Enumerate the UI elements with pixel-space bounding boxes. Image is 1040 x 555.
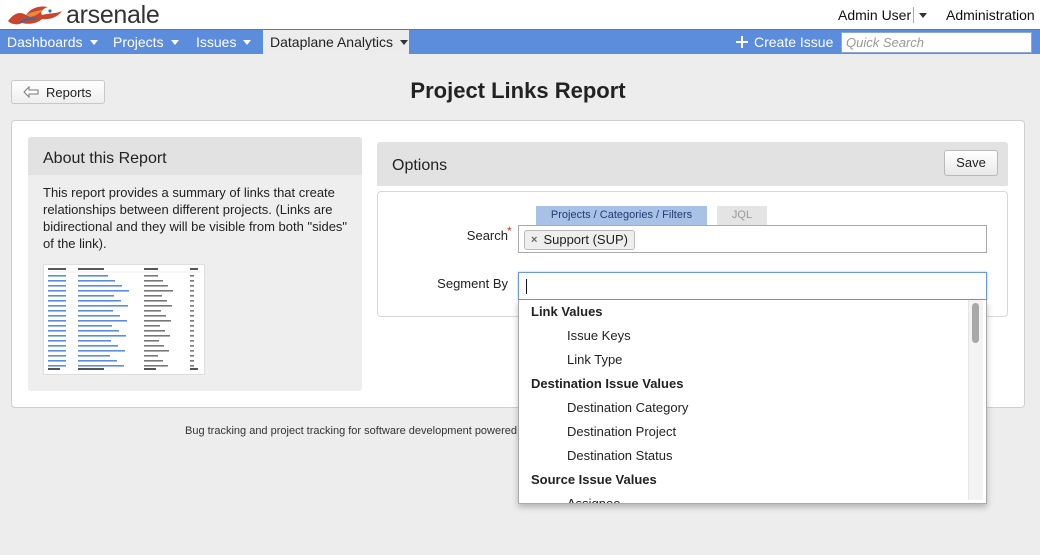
- dropdown-scrollbar[interactable]: [968, 300, 983, 500]
- logo-text: arsenale: [66, 1, 160, 29]
- dropdown-group-header: Link Values: [531, 304, 603, 319]
- top-header: arsenale Admin User Administration: [0, 0, 1040, 29]
- chevron-down-icon: [919, 13, 927, 18]
- chevron-down-icon: [170, 40, 179, 45]
- search-chip-label: Support (SUP): [543, 232, 628, 247]
- about-panel: About this Report This report provides a…: [28, 137, 362, 391]
- tab-projects-categories-filters[interactable]: Projects / Categories / Filters: [536, 206, 707, 225]
- user-menu-caret[interactable]: [913, 7, 929, 23]
- user-menu[interactable]: Admin User: [838, 7, 911, 23]
- nav-item-dataplane-analytics[interactable]: Dataplane Analytics: [263, 30, 409, 55]
- nav-label: Dashboards: [7, 34, 83, 50]
- footer-text: Bug tracking and project tracking for so…: [185, 425, 518, 437]
- plus-icon: [736, 36, 748, 48]
- nav-bar: Dashboards Projects Issues Dataplane Ana…: [0, 29, 1040, 55]
- dropdown-option[interactable]: Destination Category: [567, 400, 688, 415]
- search-label: Search: [466, 228, 508, 243]
- chevron-down-icon: [399, 40, 408, 45]
- create-issue-label: Create Issue: [754, 34, 834, 50]
- required-indicator: *: [507, 224, 512, 238]
- logo-dragon-icon: [8, 6, 62, 25]
- report-preview-thumbnail[interactable]: [43, 264, 205, 375]
- about-title: About this Report: [28, 137, 362, 175]
- options-title: Options: [392, 157, 448, 174]
- close-icon[interactable]: ×: [531, 231, 537, 249]
- dropdown-group-header: Source Issue Values: [531, 472, 657, 487]
- options-header: Options Save: [377, 142, 1008, 186]
- scrollbar-thumb[interactable]: [972, 303, 979, 343]
- dropdown-option[interactable]: Destination Status: [567, 448, 673, 463]
- search-field[interactable]: × Support (SUP): [518, 225, 987, 253]
- segment-by-label: Segment By: [437, 276, 508, 291]
- text-cursor: [526, 279, 527, 294]
- nav-label: Projects: [113, 34, 164, 50]
- nav-item-dashboards[interactable]: Dashboards: [0, 30, 98, 55]
- quick-search-input[interactable]: [841, 32, 1032, 53]
- segment-by-input[interactable]: [518, 272, 987, 300]
- segment-by-dropdown: Link Values Issue Keys Link Type Destina…: [518, 300, 987, 504]
- page-title: Project Links Report: [410, 78, 626, 103]
- dropdown-option[interactable]: Link Type: [567, 352, 622, 367]
- nav-label: Dataplane Analytics: [270, 34, 393, 50]
- nav-item-issues[interactable]: Issues: [189, 30, 252, 55]
- dropdown-option[interactable]: Assignee: [567, 496, 620, 503]
- create-issue-button[interactable]: Create Issue: [736, 30, 833, 55]
- dropdown-group-header: Destination Issue Values: [531, 376, 684, 391]
- nav-label: Issues: [196, 34, 237, 50]
- save-button[interactable]: Save: [944, 150, 998, 176]
- dropdown-option[interactable]: Issue Keys: [567, 328, 631, 343]
- chevron-down-icon: [89, 40, 98, 45]
- about-description: This report provides a summary of links …: [43, 185, 348, 251]
- report-preview-image: [44, 265, 204, 374]
- nav-item-projects[interactable]: Projects: [106, 30, 179, 55]
- administration-link[interactable]: Administration: [946, 7, 1035, 23]
- tab-jql[interactable]: JQL: [717, 206, 767, 225]
- chevron-down-icon: [243, 40, 252, 45]
- search-chip[interactable]: × Support (SUP): [524, 230, 635, 250]
- dropdown-option[interactable]: Destination Project: [567, 424, 676, 439]
- logo[interactable]: arsenale: [6, 2, 160, 28]
